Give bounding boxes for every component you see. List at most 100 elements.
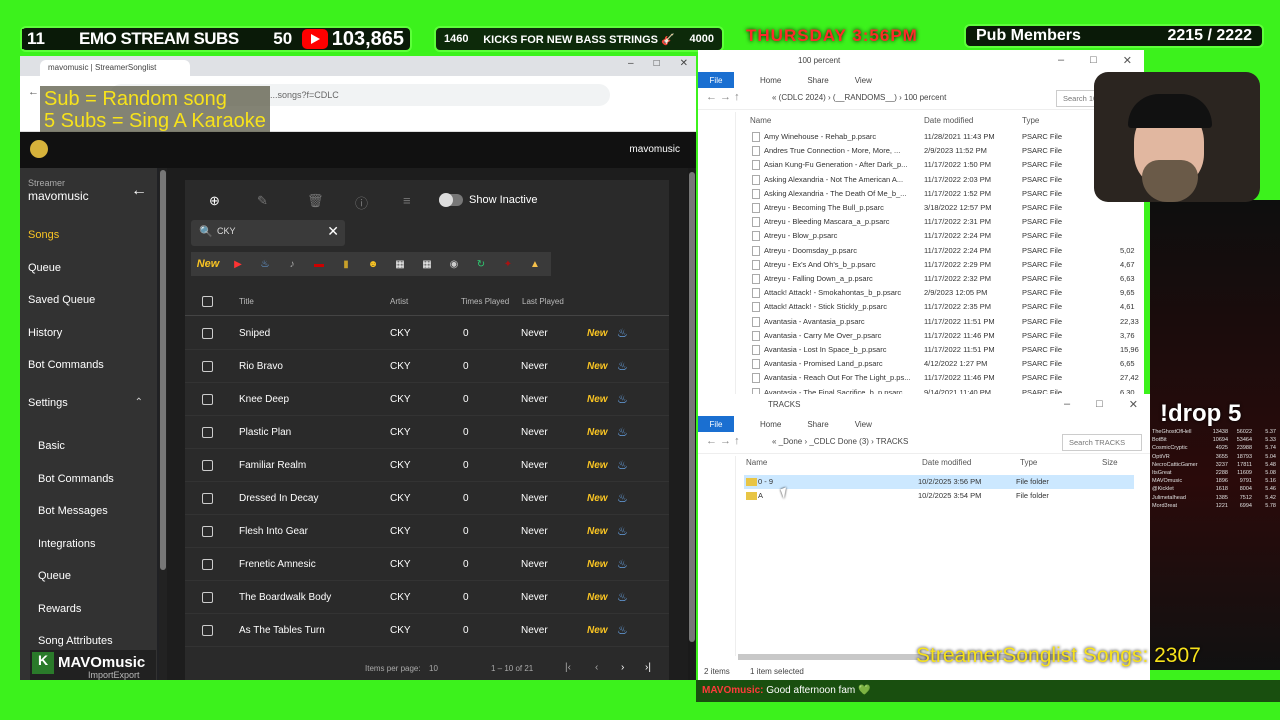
prev-page-icon[interactable]: ‹ xyxy=(595,662,598,673)
row-checkbox[interactable] xyxy=(202,460,213,471)
explorer2-col-name[interactable]: Name xyxy=(746,458,767,467)
folder-row[interactable]: 0 - 9 10/2/2025 3:56 PM File folder xyxy=(744,475,1134,489)
table-row[interactable]: The Boardwalk Body CKY 0 Never New ♨ xyxy=(185,581,669,614)
table-row[interactable]: Flesh Into Gear CKY 0 Never New ♨ xyxy=(185,515,669,548)
explorer1-tab-share[interactable]: Share xyxy=(807,76,828,85)
info-icon[interactable]: ⓘ xyxy=(355,193,368,212)
back-icon[interactable]: ← xyxy=(28,86,39,98)
table-row[interactable]: As The Tables Turn CKY 0 Never New ♨ xyxy=(185,614,669,647)
row-checkbox[interactable] xyxy=(202,592,213,603)
file-row[interactable]: Atreyu - Blow_p.psarc 11/17/2022 2:24 PM P… xyxy=(750,229,1140,243)
show-inactive-toggle[interactable] xyxy=(439,193,463,207)
refresh-filter-icon[interactable]: ↻ xyxy=(469,253,493,275)
sidebar-item-saved-queue[interactable]: Saved Queue xyxy=(28,294,95,306)
table-row[interactable]: Frenetic Amnesic CKY 0 Never New ♨ xyxy=(185,548,669,581)
guitar-filter-icon[interactable]: ♪ xyxy=(280,253,304,275)
explorer2-search[interactable]: Search TRACKS xyxy=(1062,434,1142,451)
file-row[interactable]: Asian Kung-Fu Generation - After Dark_p.… xyxy=(750,158,1140,172)
column-times-played[interactable]: Times Played xyxy=(461,297,509,306)
file-row[interactable]: Atreyu - Falling Down_a_p.psarc 11/17/202… xyxy=(750,272,1140,286)
file-row[interactable]: Atreyu - Doomsday_p.psarc 11/17/2022 2:24… xyxy=(750,244,1140,258)
table-row[interactable]: Sniped CKY 0 Never New ♨ xyxy=(185,317,669,350)
row-checkbox[interactable] xyxy=(202,394,213,405)
close-icon[interactable]: ✕ xyxy=(1123,54,1132,67)
edit-icon[interactable]: ✎ xyxy=(257,193,268,209)
clear-search-icon[interactable]: ✕ xyxy=(327,223,339,240)
close-icon[interactable]: ✕ xyxy=(680,58,688,69)
file-row[interactable]: Avantasia - Lost In Space_b_p.psarc 11/17… xyxy=(750,343,1140,357)
explorer2-tab-file[interactable]: File xyxy=(698,416,734,432)
column-artist[interactable]: Artist xyxy=(390,297,408,306)
row-checkbox[interactable] xyxy=(202,625,213,636)
sidebar-item-songs[interactable]: Songs xyxy=(28,229,59,241)
file-row[interactable]: Amy Winehouse - Rehab_p.psarc 11/28/2021 … xyxy=(750,130,1140,144)
row-checkbox[interactable] xyxy=(202,427,213,438)
close-icon[interactable]: ✕ xyxy=(1129,398,1138,411)
column-title[interactable]: Title xyxy=(239,297,254,306)
sidebar-scrollbar[interactable] xyxy=(159,168,167,680)
nav-arrows-icon[interactable]: ← → ↑ xyxy=(706,91,740,103)
search-input[interactable] xyxy=(217,226,317,236)
browser-tab[interactable]: mavomusic | StreamerSonglist xyxy=(40,60,190,76)
site-logo[interactable] xyxy=(30,140,48,158)
add-icon[interactable]: ⊕ xyxy=(209,193,220,209)
explorer1-tab-file[interactable]: File xyxy=(698,72,734,88)
select-all-checkbox[interactable] xyxy=(202,296,213,307)
minimize-icon[interactable]: – xyxy=(1058,54,1064,67)
file-row[interactable]: Andres True Connection - More, More, ...… xyxy=(750,144,1140,158)
explorer2-col-date[interactable]: Date modified xyxy=(922,458,971,467)
explorer1-col-date[interactable]: Date modified xyxy=(924,116,973,125)
explorer1-tab-home[interactable]: Home xyxy=(760,76,781,85)
file-row[interactable]: Attack! Attack! - Stick Stickly_p.psarc 1… xyxy=(750,300,1140,314)
sidebar-item-history[interactable]: History xyxy=(28,327,62,339)
first-page-icon[interactable]: |‹ xyxy=(565,662,571,673)
disc-filter-icon[interactable]: ◉ xyxy=(442,253,466,275)
red-bar-filter-icon[interactable]: ▬ xyxy=(307,253,331,275)
row-checkbox[interactable] xyxy=(202,559,213,570)
file-row[interactable]: Avantasia - The Final Sacrifice_b_p.psar… xyxy=(750,386,1140,394)
file-row[interactable]: Avantasia - Promised Land_p.psarc 4/12/20… xyxy=(750,357,1140,371)
red-mark-filter-icon[interactable]: ✦ xyxy=(496,253,520,275)
filter-new[interactable]: New xyxy=(193,253,223,275)
settings-item-queue[interactable]: Queue xyxy=(38,570,71,582)
explorer2-col-size[interactable]: Size xyxy=(1102,458,1118,467)
calendar-filter-icon[interactable]: ▦ xyxy=(388,253,412,275)
explorer2-col-type[interactable]: Type xyxy=(1020,458,1037,467)
row-checkbox[interactable] xyxy=(202,328,213,339)
emoji-filter-icon[interactable]: ☻ xyxy=(361,253,385,275)
sidebar-item-settings[interactable]: Settings xyxy=(28,397,68,409)
file-row[interactable]: Avantasia - Carry Me Over_p.psarc 11/17/2… xyxy=(750,329,1140,343)
file-row[interactable]: Avantasia - Avantasia_p.psarc 11/17/2022 … xyxy=(750,315,1140,329)
settings-item-basic[interactable]: Basic xyxy=(38,440,65,452)
table-row[interactable]: Plastic Plan CKY 0 Never New ♨ xyxy=(185,416,669,449)
maximize-icon[interactable]: □ xyxy=(1090,54,1097,67)
folder-row[interactable]: A 10/2/2025 3:54 PM File folder xyxy=(744,489,1134,503)
explorer2-breadcrumb[interactable]: « _Done › _CDLC Done (3) › TRACKS xyxy=(772,437,908,446)
flame-filter-icon[interactable]: ♨ xyxy=(253,253,277,275)
column-last-played[interactable]: Last Played xyxy=(522,297,564,306)
table-row[interactable]: Familiar Realm CKY 0 Never New ♨ xyxy=(185,449,669,482)
last-page-icon[interactable]: ›| xyxy=(645,662,651,673)
sidebar-item-bot-commands[interactable]: Bot Commands xyxy=(28,359,104,371)
header-username[interactable]: mavomusic xyxy=(629,144,680,155)
settings-item-bot-messages[interactable]: Bot Messages xyxy=(38,505,108,517)
file-row[interactable]: Asking Alexandria - The Death Of Me_b_..… xyxy=(750,187,1140,201)
minimize-icon[interactable]: – xyxy=(1064,398,1070,411)
settings-item-song-attributes[interactable]: Song Attributes xyxy=(38,635,113,647)
settings-item-integrations[interactable]: Integrations xyxy=(38,538,95,550)
explorer2-nav-pane[interactable] xyxy=(698,456,736,656)
settings-item-bot-commands[interactable]: Bot Commands xyxy=(38,473,114,485)
bottle-filter-icon[interactable]: ▮ xyxy=(334,253,358,275)
file-row[interactable]: Avantasia - Reach Out For The Light_p.ps… xyxy=(750,371,1140,385)
explorer2-tab-share[interactable]: Share xyxy=(807,420,828,429)
explorer1-col-type[interactable]: Type xyxy=(1022,116,1039,125)
explorer2-tab-home[interactable]: Home xyxy=(760,420,781,429)
row-checkbox[interactable] xyxy=(202,526,213,537)
image-filter-icon[interactable]: ▲ xyxy=(523,253,547,275)
delete-icon[interactable]: 🗑 xyxy=(307,193,324,209)
maximize-icon[interactable]: □ xyxy=(654,58,660,69)
items-per-page-select[interactable]: 10 xyxy=(429,664,438,673)
explorer1-col-name[interactable]: Name xyxy=(750,116,771,125)
row-checkbox[interactable] xyxy=(202,361,213,372)
arrow-left-icon[interactable]: ← xyxy=(131,182,147,200)
